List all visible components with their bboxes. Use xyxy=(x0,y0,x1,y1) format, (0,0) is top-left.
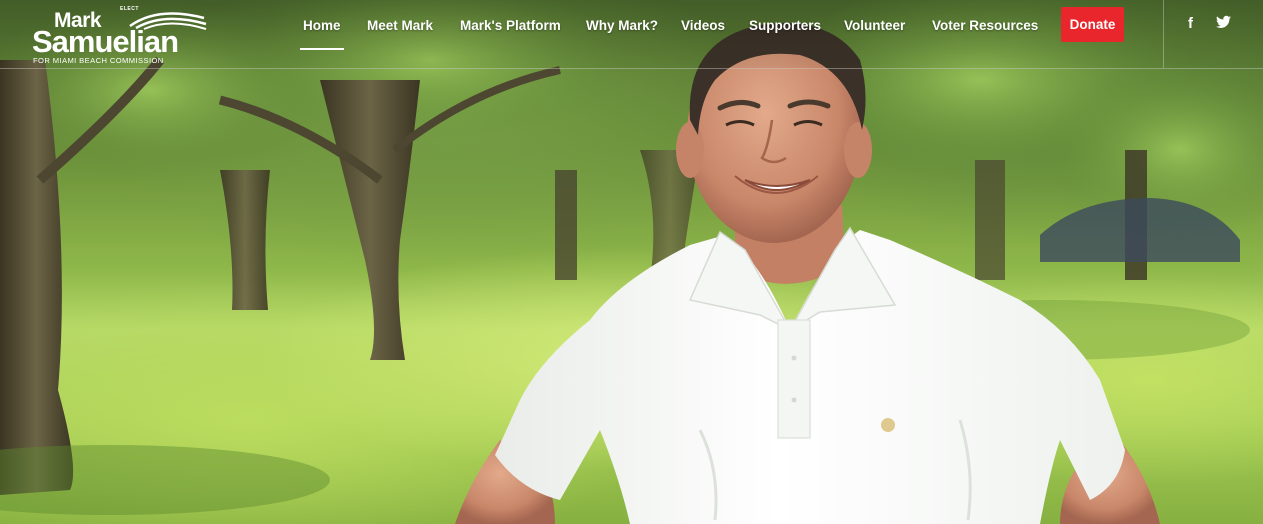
nav-volunteer[interactable]: Volunteer xyxy=(844,16,905,36)
facebook-icon[interactable]: f xyxy=(1188,15,1204,33)
twitter-icon[interactable] xyxy=(1216,15,1232,33)
nav-voter-resources[interactable]: Voter Resources xyxy=(932,16,1038,36)
nav-divider xyxy=(1163,0,1164,68)
nav-marks-platform[interactable]: Mark's Platform xyxy=(460,16,561,36)
nav-supporters[interactable]: Supporters xyxy=(749,16,821,36)
site-logo[interactable]: ELECT Mark Samuelian FOR MIAMI BEACH COM… xyxy=(32,4,212,66)
logo-tagline: FOR MIAMI BEACH COMMISSION xyxy=(33,56,164,65)
nav-home[interactable]: Home xyxy=(300,16,343,50)
nav-videos[interactable]: Videos xyxy=(681,16,725,36)
logo-elect: ELECT xyxy=(120,6,139,12)
site-header: ELECT Mark Samuelian FOR MIAMI BEACH COM… xyxy=(0,0,1263,69)
donate-button[interactable]: Donate xyxy=(1061,7,1124,42)
nav-meet-mark[interactable]: Meet Mark xyxy=(367,16,433,36)
twitter-bird-icon xyxy=(1216,15,1231,28)
logo-last-name: Samuelian xyxy=(32,24,179,59)
nav-why-mark[interactable]: Why Mark? xyxy=(586,16,658,36)
park-scene xyxy=(0,0,1263,524)
hero-image xyxy=(0,0,1263,524)
